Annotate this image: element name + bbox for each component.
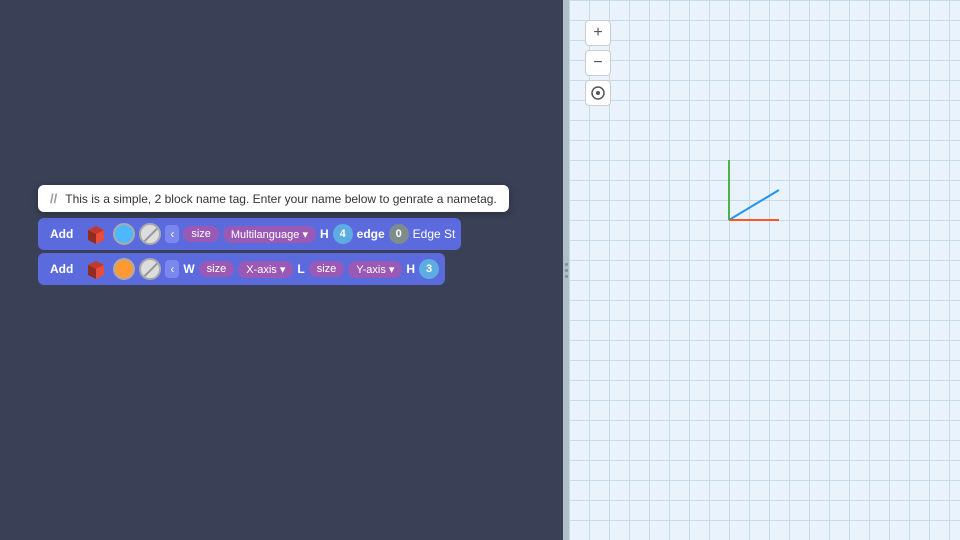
- comment-symbol: //: [50, 191, 57, 206]
- h-label-2: H: [406, 262, 415, 276]
- num-badge-3: 3: [419, 259, 439, 279]
- size-pill-1: size: [183, 226, 219, 242]
- chevron-button-1[interactable]: ‹: [165, 225, 179, 243]
- l-label: L: [297, 262, 304, 276]
- chevron-button-2[interactable]: ‹: [165, 260, 179, 278]
- zoom-controls: + −: [585, 20, 611, 106]
- tooltip-box: // This is a simple, 2 block name tag. E…: [38, 185, 509, 212]
- add-button-1[interactable]: Add: [44, 225, 79, 243]
- num-badge-0: 0: [389, 224, 409, 244]
- zoom-in-button[interactable]: +: [585, 20, 611, 46]
- w-label: W: [183, 262, 194, 276]
- block-row-1: Add ‹ size Multilanguage H 4 edge 0 Edge…: [38, 218, 461, 250]
- block-row-2: Add ‹ W size X-axis L size Y-axis H 3: [38, 253, 445, 285]
- num-badge-4: 4: [333, 224, 353, 244]
- shape-circle-1: [113, 223, 135, 245]
- divider-handle: [565, 263, 568, 278]
- zoom-out-button[interactable]: −: [585, 50, 611, 76]
- xaxis-dropdown[interactable]: X-axis: [238, 261, 293, 278]
- yaxis-dropdown[interactable]: Y-axis: [348, 261, 402, 278]
- red-block-icon-2: [83, 256, 109, 282]
- left-panel: // This is a simple, 2 block name tag. E…: [0, 0, 563, 540]
- axes-svg: [669, 140, 789, 260]
- shape-circle-orange: [113, 258, 135, 280]
- edge-suffix: Edge St: [413, 227, 456, 241]
- multilanguage-dropdown[interactable]: Multilanguage: [223, 226, 316, 243]
- add-button-2[interactable]: Add: [44, 260, 79, 278]
- edge-label-1: edge: [357, 227, 385, 241]
- size-pill-3: size: [309, 261, 345, 277]
- h-label-1: H: [320, 227, 329, 241]
- red-block-icon-1: [83, 221, 109, 247]
- size-pill-2: size: [199, 261, 235, 277]
- shape-slash-1: [139, 223, 161, 245]
- compass-button[interactable]: [585, 80, 611, 106]
- canvas-panel: + −: [569, 0, 960, 540]
- shape-slash-2: [139, 258, 161, 280]
- tooltip-text: This is a simple, 2 block name tag. Ente…: [65, 192, 497, 206]
